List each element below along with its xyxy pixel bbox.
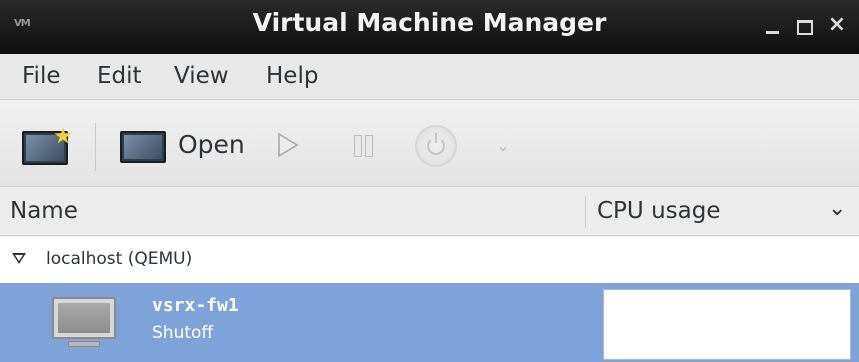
open-button[interactable]: Open — [120, 127, 260, 167]
connection-label: localhost (QEMU) — [46, 249, 193, 269]
open-button-label: Open — [178, 130, 245, 159]
minimize-icon[interactable] — [762, 14, 784, 36]
column-cpu-usage[interactable]: CPU usage — [597, 198, 720, 224]
maximize-icon[interactable] — [793, 14, 815, 36]
chevron-down-icon[interactable]: ⌄ — [494, 137, 512, 155]
chevron-down-icon[interactable]: ⌄ — [828, 196, 846, 221]
menu-edit[interactable]: Edit — [97, 63, 142, 89]
title-bar[interactable]: VM Virtual Machine Manager × — [0, 0, 859, 54]
menu-help[interactable]: Help — [266, 63, 318, 89]
menubar: File Edit View Help — [0, 54, 859, 100]
vm-status: Shutoff — [152, 323, 214, 343]
vm-name: vsrx-fw1 — [152, 295, 239, 316]
toolbar: Open ⌄ — [0, 101, 859, 187]
monitor-icon — [120, 131, 166, 163]
menu-file[interactable]: File — [22, 63, 61, 89]
menu-view[interactable]: View — [174, 63, 229, 89]
column-header: Name CPU usage ⌄ — [0, 188, 859, 236]
new-vm-button[interactable] — [22, 127, 74, 167]
play-icon[interactable] — [276, 131, 300, 159]
window-title: Virtual Machine Manager — [252, 8, 607, 37]
connection-row[interactable]: localhost (QEMU) — [0, 237, 859, 283]
column-name[interactable]: Name — [10, 198, 78, 224]
cpu-usage-graph — [603, 289, 851, 360]
shutdown-button[interactable] — [415, 125, 457, 167]
vm-row[interactable]: vsrx-fw1 Shutoff — [0, 283, 859, 362]
vm-monitor-icon — [52, 297, 116, 351]
vm-list: localhost (QEMU) vsrx-fw1 Shutoff — [0, 237, 859, 362]
pause-icon[interactable] — [352, 133, 376, 157]
power-icon — [427, 133, 445, 155]
toolbar-separator — [95, 123, 96, 171]
column-divider[interactable] — [585, 196, 586, 228]
close-icon[interactable]: × — [826, 14, 848, 36]
expander-icon[interactable] — [12, 253, 26, 264]
